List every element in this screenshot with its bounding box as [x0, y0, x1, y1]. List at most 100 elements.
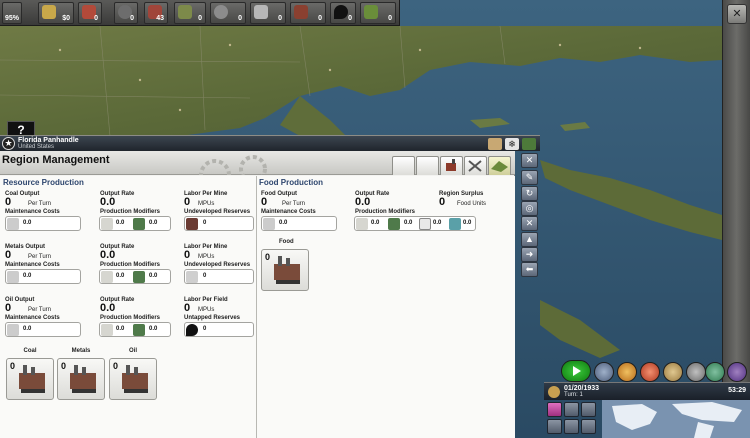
rotate-button[interactable]: ↻	[521, 186, 538, 201]
goods-icon	[294, 5, 308, 19]
tab-blank-2[interactable]	[416, 156, 439, 175]
food-modifiers-box[interactable]: 0.0 0.0 0.0 0.0	[354, 216, 476, 231]
city-filter-button[interactable]	[581, 402, 596, 417]
food-cell[interactable]: 0	[174, 2, 206, 24]
industry-cell[interactable]: 43	[144, 2, 168, 24]
reserves-value: 0	[203, 326, 207, 332]
close-panel-button[interactable]: ✕	[521, 153, 538, 168]
output-value: 0	[5, 196, 12, 208]
food-modifier-b-value: 0.0	[404, 220, 413, 226]
maintenance-box[interactable]: 0.0	[5, 216, 81, 231]
per-turn-label: Per Turn	[28, 254, 52, 260]
diplomacy-button[interactable]	[594, 362, 614, 382]
food-rate-value: 0.0	[355, 196, 371, 208]
back-arrow-button[interactable]: ⬅	[521, 262, 538, 277]
reports-button[interactable]	[727, 362, 747, 382]
cross-button[interactable]: ✕	[521, 216, 538, 231]
gears-cell[interactable]: 0	[210, 2, 246, 24]
snowflake-icon[interactable]: ❄	[505, 138, 519, 150]
terrain-icon[interactable]	[522, 138, 536, 150]
industry-value: 43	[156, 15, 164, 22]
trade-button[interactable]	[617, 362, 637, 382]
modifier-b-value: 0.0	[149, 220, 158, 226]
resource-production-title: Resource Production	[3, 178, 84, 187]
building-button[interactable]: ▲	[521, 232, 538, 247]
plant-cell[interactable]: 0	[360, 2, 396, 24]
flag-filter-button[interactable]	[547, 402, 562, 417]
reserves-box[interactable]: 0	[184, 269, 254, 284]
military-button[interactable]	[640, 362, 660, 382]
steel-icon	[254, 5, 268, 19]
modifiers-label: Production Modifiers	[100, 315, 160, 321]
facility-card-food[interactable]: 0	[261, 249, 309, 291]
maintenance-label: Maintenance Costs	[5, 315, 60, 321]
close-icon[interactable]: ✕	[727, 4, 747, 24]
region-header: ★ Florida Panhandle United States ❄	[0, 135, 540, 151]
modifiers-box[interactable]: 0.0 0.0	[99, 322, 171, 337]
maintenance-icon	[7, 271, 19, 283]
play-icon	[573, 366, 581, 376]
reserves-box[interactable]: 0	[184, 322, 254, 337]
reserves-value: 0	[203, 273, 207, 279]
modifier-a-value: 0.0	[116, 273, 125, 279]
play-button[interactable]	[561, 360, 591, 382]
map-filter-button[interactable]	[581, 419, 596, 434]
forward-arrow-button[interactable]: ➜	[521, 247, 538, 262]
food-production-title: Food Production	[259, 178, 323, 187]
approval-cell[interactable]: 95%	[2, 2, 22, 24]
output-value: 0	[5, 302, 12, 314]
tab-blank-1[interactable]	[392, 156, 415, 175]
steel-value: 0	[278, 15, 282, 22]
modifiers-box[interactable]: 0.0 0.0	[99, 269, 171, 284]
pickaxe-icon	[101, 271, 113, 283]
pickaxe-icon	[101, 324, 113, 336]
flag-value: 0	[94, 15, 98, 22]
goods-cell[interactable]: 0	[290, 2, 326, 24]
labor-value: 0	[184, 249, 191, 261]
oil-cell[interactable]: 0	[330, 2, 356, 24]
target-button[interactable]: ◎	[521, 201, 538, 216]
food-maintenance-box[interactable]: 0.0	[261, 216, 337, 231]
modifiers-box[interactable]: 0.0 0.0	[99, 216, 171, 231]
labor-unit: MPUs	[198, 254, 215, 260]
steel-cell[interactable]: 0	[250, 2, 286, 24]
government-button[interactable]	[705, 362, 725, 382]
research-button[interactable]	[663, 362, 683, 382]
facility-count: 0	[265, 252, 271, 262]
surplus-value: 0	[439, 196, 446, 208]
minimap[interactable]	[602, 400, 750, 438]
facility-card-coal[interactable]: 0	[6, 358, 54, 400]
tab-agriculture[interactable]	[488, 156, 511, 175]
maintenance-value: 0.0	[23, 326, 32, 332]
food-facility-label: Food	[279, 239, 294, 245]
facility-label-oil: Oil	[128, 348, 137, 354]
hand-icon[interactable]	[488, 138, 502, 150]
modifier-a-value: 0.0	[116, 220, 125, 226]
facility-card-oil[interactable]: 0	[109, 358, 157, 400]
terrain-icon	[388, 218, 400, 230]
tab-resources[interactable]	[464, 156, 487, 175]
oil-value: 0	[348, 15, 352, 22]
pencil-filter-button[interactable]	[547, 419, 562, 434]
current-date: 01/20/1933	[564, 385, 600, 392]
flag-cell[interactable]: 0	[78, 2, 102, 24]
pen-tool-button[interactable]: ✎	[521, 170, 538, 185]
production-button[interactable]	[686, 362, 706, 382]
game-time: 53:29	[728, 387, 746, 394]
swords-filter-button[interactable]	[564, 419, 579, 434]
modifier-b-value: 0.0	[149, 273, 158, 279]
research-cell[interactable]: 0	[114, 2, 138, 24]
rate-value: 0.0	[100, 249, 116, 261]
maintenance-box[interactable]: 0.0	[5, 269, 81, 284]
money-cell[interactable]: $0	[38, 2, 74, 24]
unit-filter-button[interactable]	[564, 402, 579, 417]
facility-label-metals: Metals	[71, 348, 91, 354]
maintenance-icon	[7, 218, 19, 230]
facility-card-metals[interactable]: 0	[57, 358, 105, 400]
food-value: 0	[198, 15, 202, 22]
maintenance-box[interactable]: 0.0	[5, 322, 81, 337]
modifier-b-value: 0.0	[149, 326, 158, 332]
reserves-box[interactable]: 0	[184, 216, 254, 231]
modifiers-label: Production Modifiers	[100, 262, 160, 268]
tab-industry[interactable]	[440, 156, 463, 175]
